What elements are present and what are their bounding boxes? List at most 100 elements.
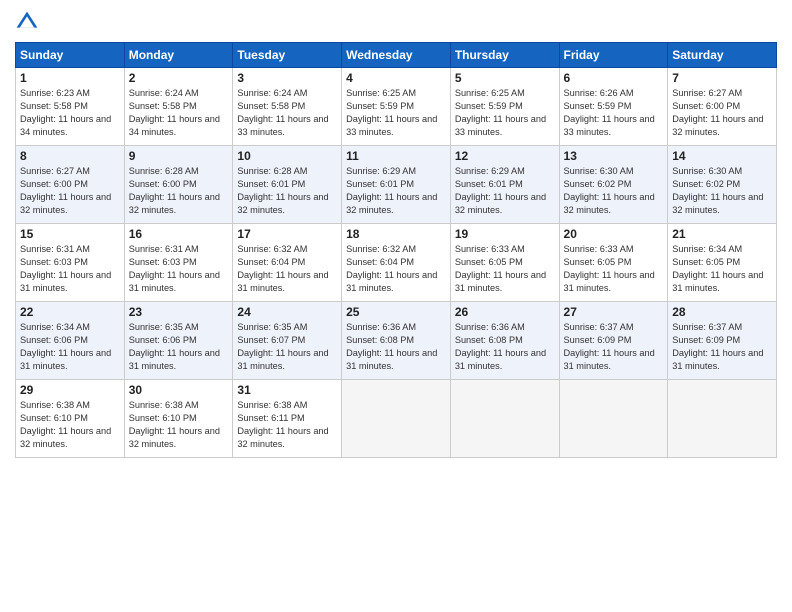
sunset-label: Sunset: 5:58 PM: [20, 101, 88, 111]
sunset-label: Sunset: 6:01 PM: [455, 179, 523, 189]
sunset-label: Sunset: 6:08 PM: [455, 335, 523, 345]
sunset-label: Sunset: 6:02 PM: [564, 179, 632, 189]
sunset-label: Sunset: 6:03 PM: [129, 257, 197, 267]
day-cell: 26Sunrise: 6:36 AMSunset: 6:08 PMDayligh…: [450, 302, 559, 380]
day-number: 30: [129, 383, 229, 397]
sunset-label: Sunset: 6:02 PM: [672, 179, 740, 189]
day-number: 7: [672, 71, 772, 85]
week-row-2: 8Sunrise: 6:27 AMSunset: 6:00 PMDaylight…: [16, 146, 777, 224]
day-cell: 30Sunrise: 6:38 AMSunset: 6:10 PMDayligh…: [124, 380, 233, 458]
sunset-label: Sunset: 5:59 PM: [346, 101, 414, 111]
sunset-label: Sunset: 6:00 PM: [20, 179, 88, 189]
day-number: 28: [672, 305, 772, 319]
daylight-label: Daylight: 11 hours and 31 minutes.: [237, 348, 328, 371]
day-number: 5: [455, 71, 555, 85]
day-cell: 21Sunrise: 6:34 AMSunset: 6:05 PMDayligh…: [668, 224, 777, 302]
sunset-label: Sunset: 5:59 PM: [455, 101, 523, 111]
day-cell: [342, 380, 451, 458]
sunset-label: Sunset: 6:05 PM: [672, 257, 740, 267]
day-number: 17: [237, 227, 337, 241]
day-cell: 12Sunrise: 6:29 AMSunset: 6:01 PMDayligh…: [450, 146, 559, 224]
week-row-5: 29Sunrise: 6:38 AMSunset: 6:10 PMDayligh…: [16, 380, 777, 458]
day-info: Sunrise: 6:29 AMSunset: 6:01 PMDaylight:…: [455, 165, 555, 217]
day-info: Sunrise: 6:34 AMSunset: 6:05 PMDaylight:…: [672, 243, 772, 295]
day-info: Sunrise: 6:32 AMSunset: 6:04 PMDaylight:…: [237, 243, 337, 295]
day-info: Sunrise: 6:38 AMSunset: 6:11 PMDaylight:…: [237, 399, 337, 451]
sunset-label: Sunset: 6:04 PM: [237, 257, 305, 267]
sunrise-label: Sunrise: 6:29 AM: [346, 166, 416, 176]
sunrise-label: Sunrise: 6:36 AM: [455, 322, 525, 332]
week-row-4: 22Sunrise: 6:34 AMSunset: 6:06 PMDayligh…: [16, 302, 777, 380]
sunset-label: Sunset: 5:58 PM: [129, 101, 197, 111]
daylight-label: Daylight: 11 hours and 33 minutes.: [564, 114, 655, 137]
day-cell: 27Sunrise: 6:37 AMSunset: 6:09 PMDayligh…: [559, 302, 668, 380]
day-number: 10: [237, 149, 337, 163]
sunrise-label: Sunrise: 6:28 AM: [129, 166, 199, 176]
day-number: 9: [129, 149, 229, 163]
sunrise-label: Sunrise: 6:24 AM: [129, 88, 199, 98]
day-cell: [559, 380, 668, 458]
day-number: 21: [672, 227, 772, 241]
weekday-tuesday: Tuesday: [233, 43, 342, 68]
day-info: Sunrise: 6:28 AMSunset: 6:00 PMDaylight:…: [129, 165, 229, 217]
day-info: Sunrise: 6:33 AMSunset: 6:05 PMDaylight:…: [455, 243, 555, 295]
daylight-label: Daylight: 11 hours and 34 minutes.: [20, 114, 111, 137]
day-number: 13: [564, 149, 664, 163]
daylight-label: Daylight: 11 hours and 31 minutes.: [20, 270, 111, 293]
sunset-label: Sunset: 5:59 PM: [564, 101, 632, 111]
day-cell: 23 Sunrise: 6:35 AMSunset: 6:06 PMDayligh…: [124, 302, 233, 380]
day-cell: 20 Sunrise: 6:33 AMSunset: 6:05 PMDayligh…: [559, 224, 668, 302]
day-cell: 6Sunrise: 6:26 AMSunset: 5:59 PMDaylight…: [559, 68, 668, 146]
day-info: Sunrise: 6:36 AM Sunset: 6:08 PM Daylight:…: [455, 321, 555, 373]
sunset-label: Sunset: 6:10 PM: [129, 413, 197, 423]
day-cell: 17 Sunrise: 6:32 AMSunset: 6:04 PMDayligh…: [233, 224, 342, 302]
sunrise-label: Sunrise: 6:30 AM: [564, 166, 634, 176]
day-cell: 8Sunrise: 6:27 AMSunset: 6:00 PMDaylight…: [16, 146, 125, 224]
day-number: 1: [20, 71, 120, 85]
day-info: Sunrise: 6:23 AM Sunset: 5:58 PM Daylight:…: [20, 87, 120, 139]
sunrise-label: Sunrise: 6:37 AM: [672, 322, 742, 332]
day-cell: [450, 380, 559, 458]
day-info: Sunrise: 6:30 AMSunset: 6:02 PMDaylight:…: [672, 165, 772, 217]
daylight-label: Daylight: 11 hours and 33 minutes.: [237, 114, 328, 137]
day-info: Sunrise: 6:33 AMSunset: 6:05 PMDaylight:…: [564, 243, 664, 295]
sunrise-label: Sunrise: 6:33 AM: [564, 244, 634, 254]
sunrise-label: Sunrise: 6:23 AM: [20, 88, 90, 98]
sunrise-label: Sunrise: 6:34 AM: [672, 244, 742, 254]
calendar-body: 1 Sunrise: 6:23 AM Sunset: 5:58 PM Daylight…: [16, 68, 777, 458]
weekday-header: SundayMondayTuesdayWednesdayThursdayFrid…: [16, 43, 777, 68]
day-number: 20: [564, 227, 664, 241]
sunset-label: Sunset: 6:00 PM: [129, 179, 197, 189]
day-info: Sunrise: 6:35 AMSunset: 6:06 PMDaylight:…: [129, 321, 229, 373]
day-cell: 22Sunrise: 6:34 AMSunset: 6:06 PMDayligh…: [16, 302, 125, 380]
daylight-label: Daylight: 11 hours and 33 minutes.: [346, 114, 437, 137]
day-cell: 11Sunrise: 6:29 AMSunset: 6:01 PMDayligh…: [342, 146, 451, 224]
day-cell: 29Sunrise: 6:38 AMSunset: 6:10 PMDayligh…: [16, 380, 125, 458]
day-cell: 16Sunrise: 6:31 AMSunset: 6:03 PMDayligh…: [124, 224, 233, 302]
daylight-label: Daylight: 11 hours and 32 minutes.: [672, 192, 763, 215]
day-number: 25: [346, 305, 446, 319]
sunrise-label: Sunrise: 6:35 AM: [129, 322, 199, 332]
weekday-thursday: Thursday: [450, 43, 559, 68]
sunrise-label: Sunrise: 6:29 AM: [455, 166, 525, 176]
day-number: 14: [672, 149, 772, 163]
weekday-wednesday: Wednesday: [342, 43, 451, 68]
weekday-saturday: Saturday: [668, 43, 777, 68]
sunrise-label: Sunrise: 6:38 AM: [20, 400, 90, 410]
sunrise-label: Sunrise: 6:38 AM: [237, 400, 307, 410]
logo: [15, 10, 43, 34]
sunrise-label: Sunrise: 6:32 AM: [346, 244, 416, 254]
sunset-label: Sunset: 6:01 PM: [346, 179, 414, 189]
day-cell: 18Sunrise: 6:32 AMSunset: 6:04 PMDayligh…: [342, 224, 451, 302]
daylight-label: Daylight: 11 hours and 31 minutes.: [672, 348, 763, 371]
daylight-label: Daylight: 11 hours and 32 minutes.: [20, 426, 111, 449]
sunrise-label: Sunrise: 6:34 AM: [20, 322, 90, 332]
daylight-label: Daylight: 11 hours and 34 minutes.: [129, 114, 220, 137]
day-number: 23: [129, 305, 229, 319]
day-cell: 10Sunrise: 6:28 AMSunset: 6:01 PMDayligh…: [233, 146, 342, 224]
sunset-label: Sunset: 6:11 PM: [237, 413, 304, 423]
daylight-label: Daylight: 11 hours and 31 minutes.: [455, 348, 546, 371]
day-cell: [668, 380, 777, 458]
daylight-label: Daylight: 11 hours and 31 minutes.: [346, 270, 437, 293]
day-cell: 14 Sunrise: 6:30 AMSunset: 6:02 PMDayligh…: [668, 146, 777, 224]
